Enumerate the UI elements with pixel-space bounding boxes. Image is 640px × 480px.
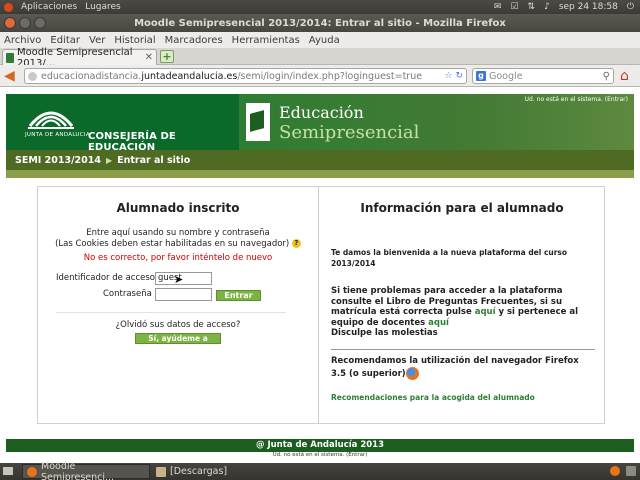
mail-icon[interactable]: ✉ <box>494 2 502 12</box>
junta-caption: JUNTA DE ANDALUCIA <box>25 132 90 138</box>
url-bar[interactable]: educacionadistancia.juntadeandalucia.es/… <box>24 68 467 84</box>
site-identity-icon[interactable] <box>28 71 37 81</box>
ubuntu-logo-icon <box>4 2 13 12</box>
search-placeholder: Google <box>489 70 523 82</box>
close-tab-icon[interactable]: ✕ <box>145 52 153 63</box>
file-manager-icon <box>156 466 166 477</box>
taskbar-item-downloads[interactable]: [Descargas] <box>152 464 282 479</box>
help-login-button[interactable]: Sí, ayúdeme a entrar <box>135 333 221 352</box>
taskbar-item-label: Moodle Semipresenci... <box>41 460 115 480</box>
taskbar: Moodle Semipresenci... [Descargas] <box>0 460 640 480</box>
info-column: Información para el alumnado Te damos la… <box>319 187 605 423</box>
maximize-window-icon[interactable] <box>34 17 46 29</box>
taskbar-item-firefox[interactable]: Moodle Semipresenci... <box>22 460 150 480</box>
web-page: JUNTA DE ANDALUCIA CONSEJERÍA DE EDUCACI… <box>0 87 640 463</box>
taskbar-item-label: [Descargas] <box>170 466 228 477</box>
recommendations-link[interactable]: Recomendaciones para la acogida del alum… <box>331 393 535 402</box>
reload-icon[interactable]: ↻ <box>455 71 463 81</box>
home-icon[interactable]: ⌂ <box>620 68 629 84</box>
breadcrumb-current: Entrar al sitio <box>117 154 191 166</box>
login-intro: Entre aquí usando su nombre y contraseña <box>86 228 270 238</box>
teachers-help-link[interactable]: aquí <box>428 318 449 328</box>
password-input[interactable] <box>155 288 212 301</box>
trash-icon[interactable] <box>626 466 636 476</box>
cookies-note: (Las Cookies deben estar habilitadas en … <box>38 239 318 249</box>
search-icon[interactable]: ⚲ <box>603 71 610 82</box>
top-panel: Aplicaciones Lugares ✉ ☑ ⇅ ♪ sep 24 18:5… <box>0 0 640 14</box>
site-header: JUNTA DE ANDALUCIA CONSEJERÍA DE EDUCACI… <box>6 94 634 153</box>
login-error: No es correcto, por favor inténtelo de n… <box>83 253 273 263</box>
volume-icon[interactable]: ♪ <box>544 2 550 12</box>
places-menu[interactable]: Lugares <box>85 2 121 12</box>
menu-marcadores[interactable]: Marcadores <box>165 35 223 46</box>
power-icon[interactable]: ⏻ <box>627 2 634 12</box>
site-subtitle: Semipresencial <box>279 122 420 143</box>
menu-archivo[interactable]: Archivo <box>4 35 41 46</box>
browser-recommendation: Recomendamos la utilización del navegado… <box>331 356 579 380</box>
tab-moodle[interactable]: Moodle Semipresencial 2013/... ✕ <box>2 47 157 69</box>
breadcrumb: SEMI 2013/2014 ▶ Entrar al sitio <box>6 150 634 170</box>
nav-bar: ◀ educacionadistancia.juntadeandalucia.e… <box>0 65 640 87</box>
login-status-top[interactable]: Ud. no está en el sistema. (Entrar) <box>525 96 628 103</box>
footer-login-status[interactable]: Ud. no está en el sistema. (Entrar) <box>6 452 634 458</box>
search-bar[interactable]: g Google ⚲ <box>472 68 614 84</box>
menu-ayuda[interactable]: Ayuda <box>309 35 340 46</box>
menu-herramientas[interactable]: Herramientas <box>232 35 300 46</box>
firefox-tray-icon[interactable] <box>610 466 620 476</box>
login-divider <box>56 312 286 313</box>
welcome-text: Te damos la bienvenida a la nueva plataf… <box>331 248 568 268</box>
students-help-link[interactable]: aquí <box>475 307 496 317</box>
username-input[interactable]: guest <box>155 272 212 285</box>
google-icon[interactable]: g <box>476 71 486 81</box>
breadcrumb-separator-icon: ▶ <box>105 155 113 165</box>
close-window-icon[interactable] <box>4 17 16 29</box>
login-button[interactable]: Entrar <box>216 290 261 301</box>
bookmark-star-icon[interactable]: ☆ <box>444 71 452 81</box>
help-icon[interactable]: ? <box>291 239 301 248</box>
window-title: Moodle Semipresencial 2013/2014: Entrar … <box>134 17 506 29</box>
username-label: Identificador de acceso <box>56 273 155 283</box>
password-label: Contraseña <box>103 289 152 299</box>
window-titlebar: Moodle Semipresencial 2013/2014: Entrar … <box>0 14 640 32</box>
login-heading: Alumnado inscrito <box>116 201 240 215</box>
moodle-favicon-icon <box>6 52 14 63</box>
minimize-window-icon[interactable] <box>19 17 31 29</box>
tab-bar: Moodle Semipresencial 2013/... ✕ + <box>0 47 640 69</box>
check-icon[interactable]: ☑ <box>510 2 518 12</box>
apologies-text: Disculpe las molestias <box>331 328 438 338</box>
applications-menu[interactable]: Aplicaciones <box>21 2 77 12</box>
back-arrow-icon[interactable]: ◀ <box>4 68 20 84</box>
login-panel: Alumnado inscrito Entre aquí usando su n… <box>37 186 605 424</box>
semipresencial-banner: Educación Semipresencial Ud. no está en … <box>239 94 634 150</box>
info-divider <box>331 349 595 350</box>
info-heading: Información para el alumnado <box>360 201 564 215</box>
menu-editar[interactable]: Editar <box>50 35 80 46</box>
junta-andalucia-logo-icon <box>28 111 74 129</box>
breadcrumb-subbar <box>6 170 634 178</box>
site-footer: @ Junta de Andalucía 2013 <box>6 439 634 452</box>
mouse-cursor-icon: ➤ <box>174 273 184 286</box>
firefox-taskbar-icon <box>27 466 37 477</box>
show-desktop-icon[interactable] <box>3 467 13 475</box>
menu-ver[interactable]: Ver <box>89 35 105 46</box>
education-book-icon <box>246 103 270 141</box>
new-tab-button[interactable]: + <box>160 50 174 63</box>
forgot-text: ¿Olvidó sus datos de acceso? <box>115 320 241 330</box>
url-text: educacionadistancia.juntadeandalucia.es/… <box>41 70 423 82</box>
menu-historial[interactable]: Historial <box>114 35 155 46</box>
login-column: Alumnado inscrito Entre aquí usando su n… <box>38 187 318 423</box>
problems-text: Si tiene problemas para acceder a la pla… <box>331 286 578 338</box>
junta-banner: JUNTA DE ANDALUCIA CONSEJERÍA DE EDUCACI… <box>6 94 239 153</box>
network-icon[interactable]: ⇅ <box>528 2 536 12</box>
firefox-icon[interactable] <box>405 367 419 380</box>
breadcrumb-home[interactable]: SEMI 2013/2014 <box>15 155 101 166</box>
clock[interactable]: sep 24 18:58 <box>559 2 618 12</box>
site-title: Educación <box>279 103 364 122</box>
